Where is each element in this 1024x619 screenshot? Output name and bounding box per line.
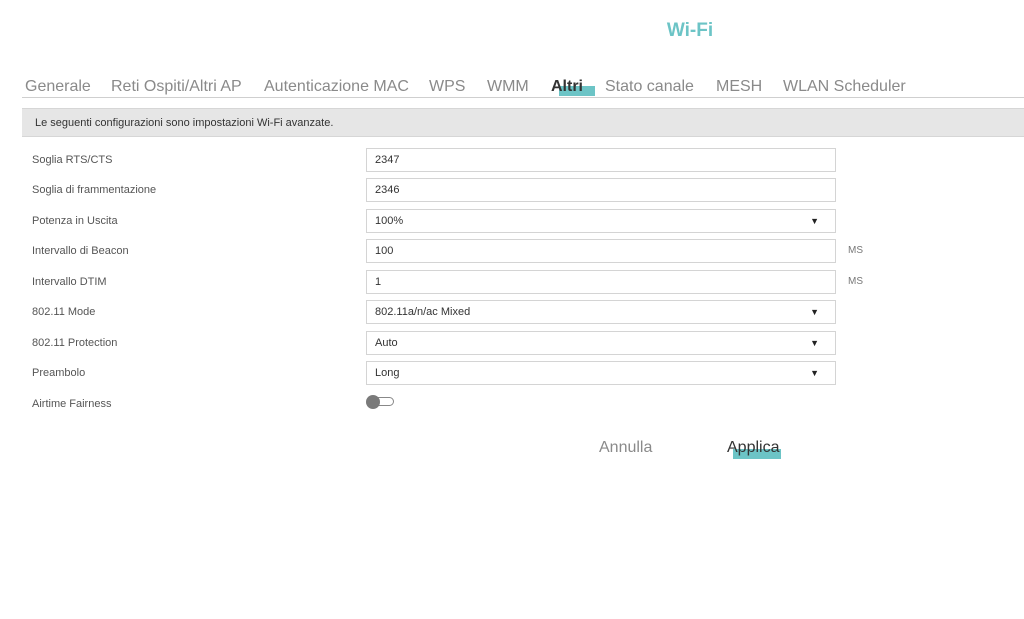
row-preamble: Preambolo Long ▼ <box>0 361 1024 387</box>
tab-wlan-scheduler[interactable]: WLAN Scheduler <box>783 78 906 96</box>
beacon-label: Intervallo di Beacon <box>32 245 129 257</box>
chevron-down-icon: ▼ <box>810 216 819 226</box>
info-banner: Le seguenti configurazioni sono impostaz… <box>22 108 1024 137</box>
airtime-label: Airtime Fairness <box>32 398 112 410</box>
frag-input[interactable]: 2346 <box>366 178 836 202</box>
frag-label: Soglia di frammentazione <box>32 184 157 196</box>
row-frag: Soglia di frammentazione 2346 <box>0 178 1024 204</box>
tab-autenticazione-mac[interactable]: Autenticazione MAC <box>264 78 409 96</box>
tab-generale[interactable]: Generale <box>25 78 91 96</box>
apply-button[interactable]: Applica <box>727 439 782 459</box>
power-select[interactable]: 100% ▼ <box>366 209 836 233</box>
row-power: Potenza in Uscita 100% ▼ <box>0 209 1024 235</box>
row-beacon: Intervallo di Beacon 100 MS <box>0 239 1024 265</box>
tab-mesh[interactable]: MESH <box>716 78 762 96</box>
power-label: Potenza in Uscita <box>32 215 118 227</box>
protection-value: Auto <box>375 337 398 349</box>
row-airtime: Airtime Fairness <box>0 392 1024 418</box>
beacon-unit: MS <box>848 245 863 256</box>
mode-label: 802.11 Mode <box>32 306 96 318</box>
chevron-down-icon: ▼ <box>810 338 819 348</box>
power-value: 100% <box>375 215 404 227</box>
tab-wmm[interactable]: WMM <box>487 78 529 96</box>
preamble-label: Preambolo <box>32 367 86 379</box>
cancel-button[interactable]: Annulla <box>599 439 652 457</box>
row-rts: Soglia RTS/CTS 2347 <box>0 148 1024 174</box>
airtime-toggle[interactable] <box>366 395 394 409</box>
beacon-input[interactable]: 100 <box>366 239 836 263</box>
row-dtim: Intervallo DTIM 1 MS <box>0 270 1024 296</box>
rts-input[interactable]: 2347 <box>366 148 836 172</box>
tab-stato-canale[interactable]: Stato canale <box>605 78 694 96</box>
rts-label: Soglia RTS/CTS <box>32 154 113 166</box>
dtim-input[interactable]: 1 <box>366 270 836 294</box>
tab-reti-ospiti[interactable]: Reti Ospiti/Altri AP <box>111 78 242 96</box>
chevron-down-icon: ▼ <box>810 307 819 317</box>
dtim-unit: MS <box>848 276 863 287</box>
tab-bar: Generale Reti Ospiti/Altri AP Autenticaz… <box>22 76 1024 98</box>
apply-label: Applica <box>727 439 780 456</box>
preamble-value: Long <box>375 367 400 379</box>
protection-select[interactable]: Auto ▼ <box>366 331 836 355</box>
dtim-label: Intervallo DTIM <box>32 276 107 288</box>
row-protection: 802.11 Protection Auto ▼ <box>0 331 1024 357</box>
tab-altri-label: Altri <box>551 78 583 95</box>
tab-wps[interactable]: WPS <box>429 78 465 96</box>
protection-label: 802.11 Protection <box>32 337 118 349</box>
preamble-select[interactable]: Long ▼ <box>366 361 836 385</box>
chevron-down-icon: ▼ <box>810 368 819 378</box>
row-mode: 802.11 Mode 802.11a/n/ac Mixed ▼ <box>0 300 1024 326</box>
toggle-knob <box>366 395 380 409</box>
tab-altri[interactable]: Altri <box>551 78 595 96</box>
mode-value: 802.11a/n/ac Mixed <box>375 306 471 318</box>
page-title: Wi-Fi <box>666 20 714 41</box>
mode-select[interactable]: 802.11a/n/ac Mixed ▼ <box>366 300 836 324</box>
